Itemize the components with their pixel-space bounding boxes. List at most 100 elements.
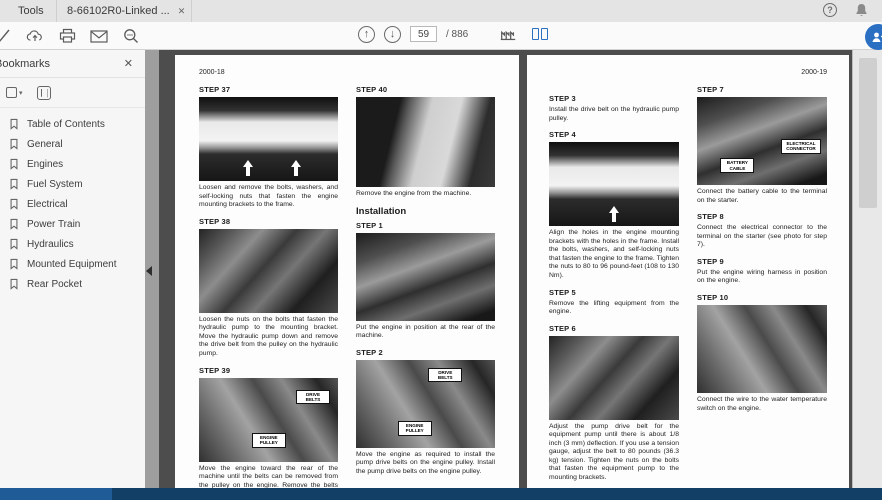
bookmark-item-hydraulics[interactable]: Hydraulics bbox=[0, 234, 145, 254]
step-caption: Put the engine wiring harness in positio… bbox=[697, 269, 827, 286]
bottom-bar-segment[interactable] bbox=[0, 488, 112, 500]
tab-close-icon[interactable]: ✕ bbox=[178, 6, 186, 17]
step-caption: Remove the engine from the machine. bbox=[356, 190, 495, 199]
step-photo bbox=[549, 142, 679, 226]
bookmarks-panel-title: Bookmarks bbox=[0, 58, 50, 70]
bookmark-item-fuel-system[interactable]: Fuel System bbox=[0, 174, 145, 194]
step-caption: Connect the battery cable to the termina… bbox=[697, 188, 827, 205]
page-number-input[interactable] bbox=[410, 26, 437, 42]
step-photo bbox=[549, 336, 679, 420]
step-heading: STEP 10 bbox=[697, 293, 827, 302]
panel-collapse-icon[interactable] bbox=[146, 266, 152, 276]
step-photo bbox=[199, 229, 338, 313]
print-icon[interactable] bbox=[58, 27, 76, 45]
bookmark-item-mounted-equipment[interactable]: Mounted Equipment bbox=[0, 254, 145, 274]
step-block: STEP 38 Loosen the nuts on the bolts tha… bbox=[199, 217, 338, 359]
app-body: Bookmarks ✕ ▾ Table of Contents General bbox=[0, 50, 882, 488]
step-heading: STEP 40 bbox=[356, 85, 495, 94]
search-zoom-icon[interactable] bbox=[122, 27, 140, 45]
step-caption: Install the drive belt on the hydraulic … bbox=[549, 106, 679, 123]
bottom-bar bbox=[0, 488, 882, 500]
photo-label: DRIVE BELTS bbox=[428, 368, 462, 383]
bookmark-icon bbox=[9, 218, 19, 230]
bookmark-label: Table of Contents bbox=[27, 119, 105, 130]
previous-page-icon[interactable]: ↑ bbox=[358, 26, 375, 43]
page-column: STEP 3 Install the drive belt on the hyd… bbox=[549, 82, 679, 488]
bookmark-label: Power Train bbox=[27, 219, 80, 230]
step-block: STEP 2 DRIVE BELTS ENGINE PULLEY Move th… bbox=[356, 348, 495, 477]
photo-label: ENGINE PULLEY bbox=[252, 433, 286, 448]
step-block: STEP 4 Align the holes in the engine mou… bbox=[549, 130, 679, 280]
step-photo bbox=[356, 233, 495, 321]
step-caption: Move the engine as required to install t… bbox=[356, 451, 495, 477]
bookmarks-list: Table of Contents General Engines Fuel S… bbox=[0, 108, 145, 294]
bookmark-label: Mounted Equipment bbox=[27, 259, 117, 270]
step-heading: STEP 7 bbox=[697, 85, 827, 94]
step-heading: STEP 8 bbox=[697, 212, 827, 221]
photo-label: ELECTRICAL CONNECTOR bbox=[781, 139, 821, 154]
panel-edge-strip bbox=[145, 50, 159, 488]
step-block: STEP 6 Adjust the pump drive belt for th… bbox=[549, 324, 679, 483]
page-scrolling-icon[interactable] bbox=[499, 25, 517, 43]
save-icon[interactable] bbox=[0, 27, 12, 45]
notification-bell-icon[interactable] bbox=[855, 3, 868, 17]
step-caption: Loosen the nuts on the bolts that fasten… bbox=[199, 316, 338, 359]
document-viewport: 2000-18 STEP 37 Loosen and remove the bo… bbox=[159, 50, 852, 488]
bookmark-label: Engines bbox=[27, 159, 63, 170]
step-block: STEP 1 Put the engine in position at the… bbox=[356, 221, 495, 341]
bookmark-icon bbox=[9, 118, 19, 130]
bookmark-options-icon[interactable]: ▾ bbox=[6, 87, 23, 98]
bookmark-icon bbox=[9, 238, 19, 250]
section-heading: Installation bbox=[356, 206, 495, 217]
panel-close-icon[interactable]: ✕ bbox=[124, 57, 133, 70]
help-icon[interactable]: ? bbox=[823, 3, 837, 17]
email-icon[interactable] bbox=[90, 27, 108, 45]
step-photo: ELECTRICAL CONNECTOR BATTERY CABLE bbox=[697, 97, 827, 185]
step-heading: STEP 39 bbox=[199, 366, 338, 375]
step-block: STEP 7 ELECTRICAL CONNECTOR BATTERY CABL… bbox=[697, 85, 827, 205]
tabbar-right-group: ? bbox=[823, 3, 868, 17]
bookmark-label: Rear Pocket bbox=[27, 279, 82, 290]
two-page-view-icon[interactable] bbox=[532, 28, 548, 40]
photo-label: DRIVE BELTS bbox=[296, 390, 330, 405]
add-bookmark-icon[interactable] bbox=[37, 86, 51, 100]
step-block: STEP 3 Install the drive belt on the hyd… bbox=[549, 94, 679, 123]
tab-document[interactable]: 8-66102R0-Linked ... ✕ bbox=[56, 0, 192, 22]
bookmark-item-electrical[interactable]: Electrical bbox=[0, 194, 145, 214]
step-caption: Adjust the pump drive belt for the equip… bbox=[549, 423, 679, 483]
bookmark-item-general[interactable]: General bbox=[0, 134, 145, 154]
vertical-scrollbar[interactable] bbox=[852, 50, 882, 488]
pdf-page-left: 2000-18 STEP 37 Loosen and remove the bo… bbox=[175, 55, 519, 488]
step-heading: STEP 6 bbox=[549, 324, 679, 333]
step-block: STEP 10 Connect the wire to the water te… bbox=[697, 293, 827, 413]
cloud-upload-icon[interactable] bbox=[26, 27, 44, 45]
bookmark-icon bbox=[9, 138, 19, 150]
bookmark-icon bbox=[9, 278, 19, 290]
step-heading: STEP 4 bbox=[549, 130, 679, 139]
bookmark-label: Hydraulics bbox=[27, 239, 74, 250]
step-block: STEP 9 Put the engine wiring harness in … bbox=[697, 257, 827, 286]
step-caption: Connect the electrical connector to the … bbox=[697, 224, 827, 250]
bookmarks-panel: Bookmarks ✕ ▾ Table of Contents General bbox=[0, 50, 145, 488]
step-block: STEP 5 Remove the lifting equipment from… bbox=[549, 288, 679, 317]
bookmark-item-power-train[interactable]: Power Train bbox=[0, 214, 145, 234]
step-heading: STEP 3 bbox=[549, 94, 679, 103]
toolbar-page-nav: ↑ ↓ / 886 bbox=[358, 25, 548, 43]
next-page-icon[interactable]: ↓ bbox=[384, 26, 401, 43]
photo-label: ENGINE PULLEY bbox=[398, 421, 432, 436]
tab-tools[interactable]: Tools bbox=[8, 0, 54, 22]
step-block: STEP 37 Loosen and remove the bolts, was… bbox=[199, 85, 338, 210]
step-heading: STEP 1 bbox=[356, 221, 495, 230]
step-heading: STEP 2 bbox=[356, 348, 495, 357]
step-heading: STEP 9 bbox=[697, 257, 827, 266]
bookmark-item-rear-pocket[interactable]: Rear Pocket bbox=[0, 274, 145, 294]
bookmark-icon bbox=[9, 178, 19, 190]
bookmark-item-table-of-contents[interactable]: Table of Contents bbox=[0, 114, 145, 134]
vertical-scrollbar-thumb[interactable] bbox=[859, 58, 877, 208]
user-account-button[interactable] bbox=[865, 24, 882, 50]
bookmark-label: General bbox=[27, 139, 63, 150]
step-heading: STEP 37 bbox=[199, 85, 338, 94]
bookmark-item-engines[interactable]: Engines bbox=[0, 154, 145, 174]
step-photo bbox=[199, 97, 338, 181]
tab-tools-label: Tools bbox=[18, 5, 44, 17]
